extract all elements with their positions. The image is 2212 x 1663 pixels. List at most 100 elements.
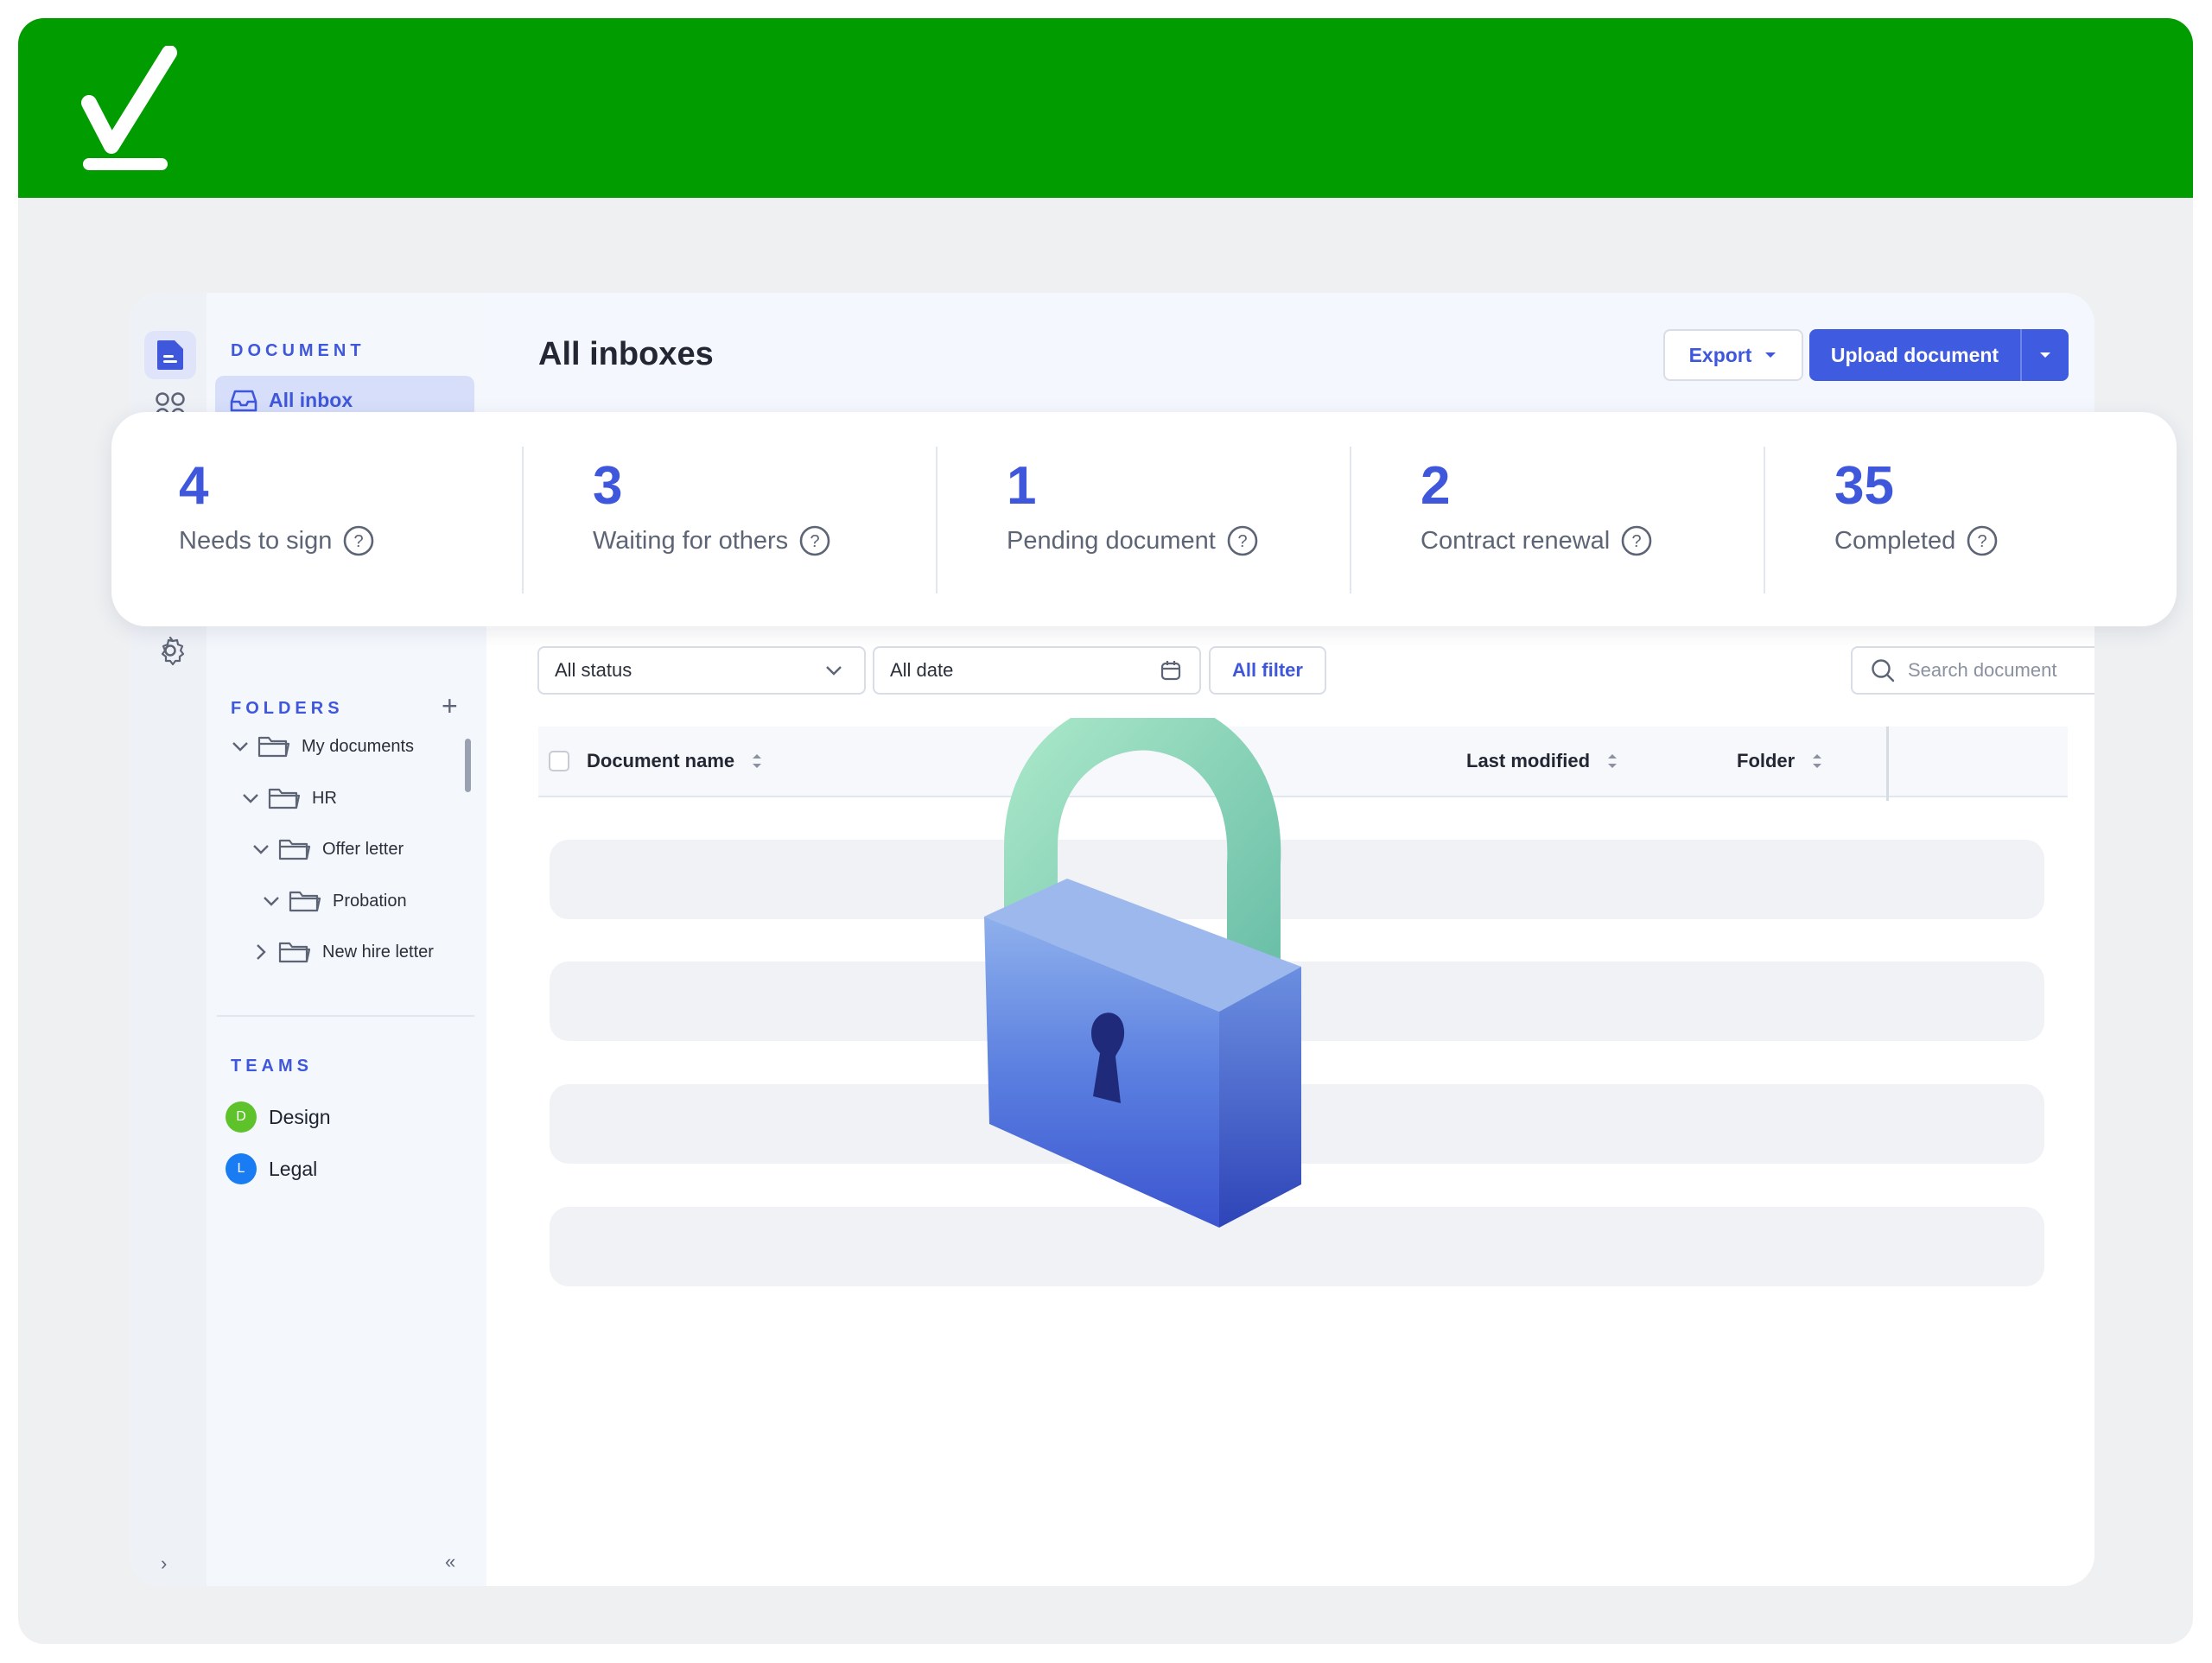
folder-hr[interactable]: HR bbox=[239, 781, 337, 816]
date-picker-value: All date bbox=[890, 659, 954, 681]
avatar: D bbox=[226, 1101, 257, 1133]
help-icon[interactable]: ? bbox=[342, 524, 375, 557]
stat-waiting-for-others[interactable]: 3 Waiting for others ? bbox=[593, 455, 831, 593]
folder-label: Probation bbox=[333, 891, 407, 911]
avatar: L bbox=[226, 1153, 257, 1184]
search-placeholder: Search document bbox=[1908, 659, 2057, 681]
page-title: All inboxes bbox=[538, 336, 714, 372]
stat-divider bbox=[1350, 447, 1351, 593]
folder-label: New hire letter bbox=[322, 942, 434, 962]
stat-label: Pending document bbox=[1007, 526, 1216, 555]
export-label: Export bbox=[1688, 343, 1752, 366]
team-label: Legal bbox=[269, 1157, 318, 1180]
add-folder-icon[interactable]: + bbox=[442, 690, 458, 722]
stats-card: 4 Needs to sign ? 3 Waiting for others ?… bbox=[111, 412, 2177, 626]
folder-label: My documents bbox=[302, 736, 415, 756]
stat-contract-renewal[interactable]: 2 Contract renewal ? bbox=[1421, 455, 1653, 593]
stat-completed[interactable]: 35 Completed ? bbox=[1834, 455, 1999, 593]
column-label: Folder bbox=[1737, 750, 1796, 771]
search-input[interactable]: Search document bbox=[1851, 646, 2094, 695]
stat-divider bbox=[522, 447, 524, 593]
stat-value: 1 bbox=[1007, 456, 1037, 516]
stat-needs-to-sign[interactable]: 4 Needs to sign ? bbox=[179, 455, 375, 593]
document-section-title: DOCUMENT bbox=[231, 341, 365, 360]
folder-icon bbox=[289, 891, 321, 912]
chevron-down-icon[interactable] bbox=[239, 787, 262, 809]
stat-divider bbox=[936, 447, 938, 593]
column-label: Document name bbox=[587, 750, 735, 771]
checkmark-icon bbox=[81, 46, 177, 170]
brand-banner bbox=[18, 18, 2193, 198]
stat-value: 4 bbox=[179, 456, 209, 516]
stat-value: 35 bbox=[1834, 456, 1894, 516]
search-icon bbox=[1872, 659, 1895, 682]
column-last-modified[interactable]: Last modified bbox=[1466, 727, 1621, 796]
folder-icon bbox=[278, 839, 311, 860]
svg-text:?: ? bbox=[1237, 532, 1247, 551]
folder-offer-letter[interactable]: Offer letter bbox=[250, 832, 404, 866]
folder-icon bbox=[257, 736, 290, 758]
folders-scrollbar[interactable] bbox=[465, 739, 471, 792]
stat-label: Contract renewal bbox=[1421, 526, 1611, 555]
svg-text:?: ? bbox=[354, 532, 364, 551]
sidebar-item-label: All inbox bbox=[269, 389, 353, 411]
column-label: Last modified bbox=[1466, 750, 1591, 771]
chevron-down-icon bbox=[826, 666, 842, 676]
stat-pending-document[interactable]: 1 Pending document ? bbox=[1007, 455, 1259, 593]
stat-value: 3 bbox=[593, 456, 623, 516]
upload-label: Upload document bbox=[1830, 344, 1999, 366]
stat-value: 2 bbox=[1421, 456, 1451, 516]
export-button[interactable]: Export bbox=[1663, 329, 1803, 381]
team-design[interactable]: D Design bbox=[226, 1100, 331, 1134]
folder-icon bbox=[278, 942, 311, 963]
caret-down-icon bbox=[1765, 352, 1777, 358]
help-icon[interactable]: ? bbox=[798, 524, 831, 557]
folder-label: HR bbox=[312, 788, 337, 808]
sidebar-divider bbox=[217, 1015, 474, 1017]
collapse-sidebar-icon[interactable]: « bbox=[445, 1551, 455, 1573]
folders-section-title: FOLDERS bbox=[231, 699, 344, 718]
all-filter-button[interactable]: All filter bbox=[1209, 646, 1326, 695]
expand-rail-icon[interactable]: › bbox=[161, 1552, 167, 1575]
team-legal[interactable]: L Legal bbox=[226, 1152, 317, 1186]
svg-text:?: ? bbox=[810, 532, 820, 551]
stat-label: Completed bbox=[1834, 526, 1956, 555]
status-select[interactable]: All status bbox=[537, 646, 866, 695]
rail-documents-button[interactable] bbox=[144, 331, 196, 379]
sort-icon[interactable] bbox=[1604, 751, 1621, 771]
chevron-down-icon[interactable] bbox=[229, 735, 251, 758]
folder-probation[interactable]: Probation bbox=[260, 884, 407, 918]
upload-options-button[interactable] bbox=[2020, 329, 2069, 381]
screenshot-frame: › DOCUMENT All inbox FOLDERS + My docume… bbox=[18, 18, 2193, 1644]
team-label: Design bbox=[269, 1105, 331, 1128]
chevron-down-icon[interactable] bbox=[250, 838, 272, 860]
inbox-icon bbox=[230, 390, 257, 412]
stat-divider bbox=[1764, 447, 1765, 593]
help-icon[interactable]: ? bbox=[1226, 524, 1259, 557]
folder-label: Offer letter bbox=[322, 839, 404, 859]
folder-my-documents[interactable]: My documents bbox=[229, 729, 414, 764]
select-all-checkbox[interactable] bbox=[549, 751, 569, 771]
all-filter-label: All filter bbox=[1232, 659, 1303, 681]
chevron-right-icon[interactable] bbox=[250, 941, 272, 963]
upload-document-button[interactable]: Upload document bbox=[1809, 329, 2069, 381]
sort-icon[interactable] bbox=[748, 751, 766, 771]
calendar-icon bbox=[1160, 661, 1181, 681]
rail-settings-button[interactable] bbox=[144, 626, 196, 675]
help-icon[interactable]: ? bbox=[1966, 524, 1999, 557]
column-folder[interactable]: Folder bbox=[1737, 727, 1826, 796]
sort-icon[interactable] bbox=[1808, 751, 1826, 771]
help-icon[interactable]: ? bbox=[1620, 524, 1653, 557]
stat-label: Waiting for others bbox=[593, 526, 789, 555]
date-picker[interactable]: All date bbox=[873, 646, 1201, 695]
column-resize-handle[interactable] bbox=[1886, 727, 1889, 801]
svg-text:?: ? bbox=[1632, 532, 1642, 551]
folder-icon bbox=[268, 788, 301, 809]
status-select-value: All status bbox=[555, 659, 632, 681]
folder-new-hire-letter[interactable]: New hire letter bbox=[250, 935, 434, 969]
chevron-down-icon[interactable] bbox=[260, 890, 283, 912]
document-icon bbox=[157, 340, 183, 370]
stat-label: Needs to sign bbox=[179, 526, 333, 555]
column-document-name[interactable]: Document name bbox=[587, 727, 766, 796]
caret-down-icon bbox=[2040, 352, 2050, 358]
